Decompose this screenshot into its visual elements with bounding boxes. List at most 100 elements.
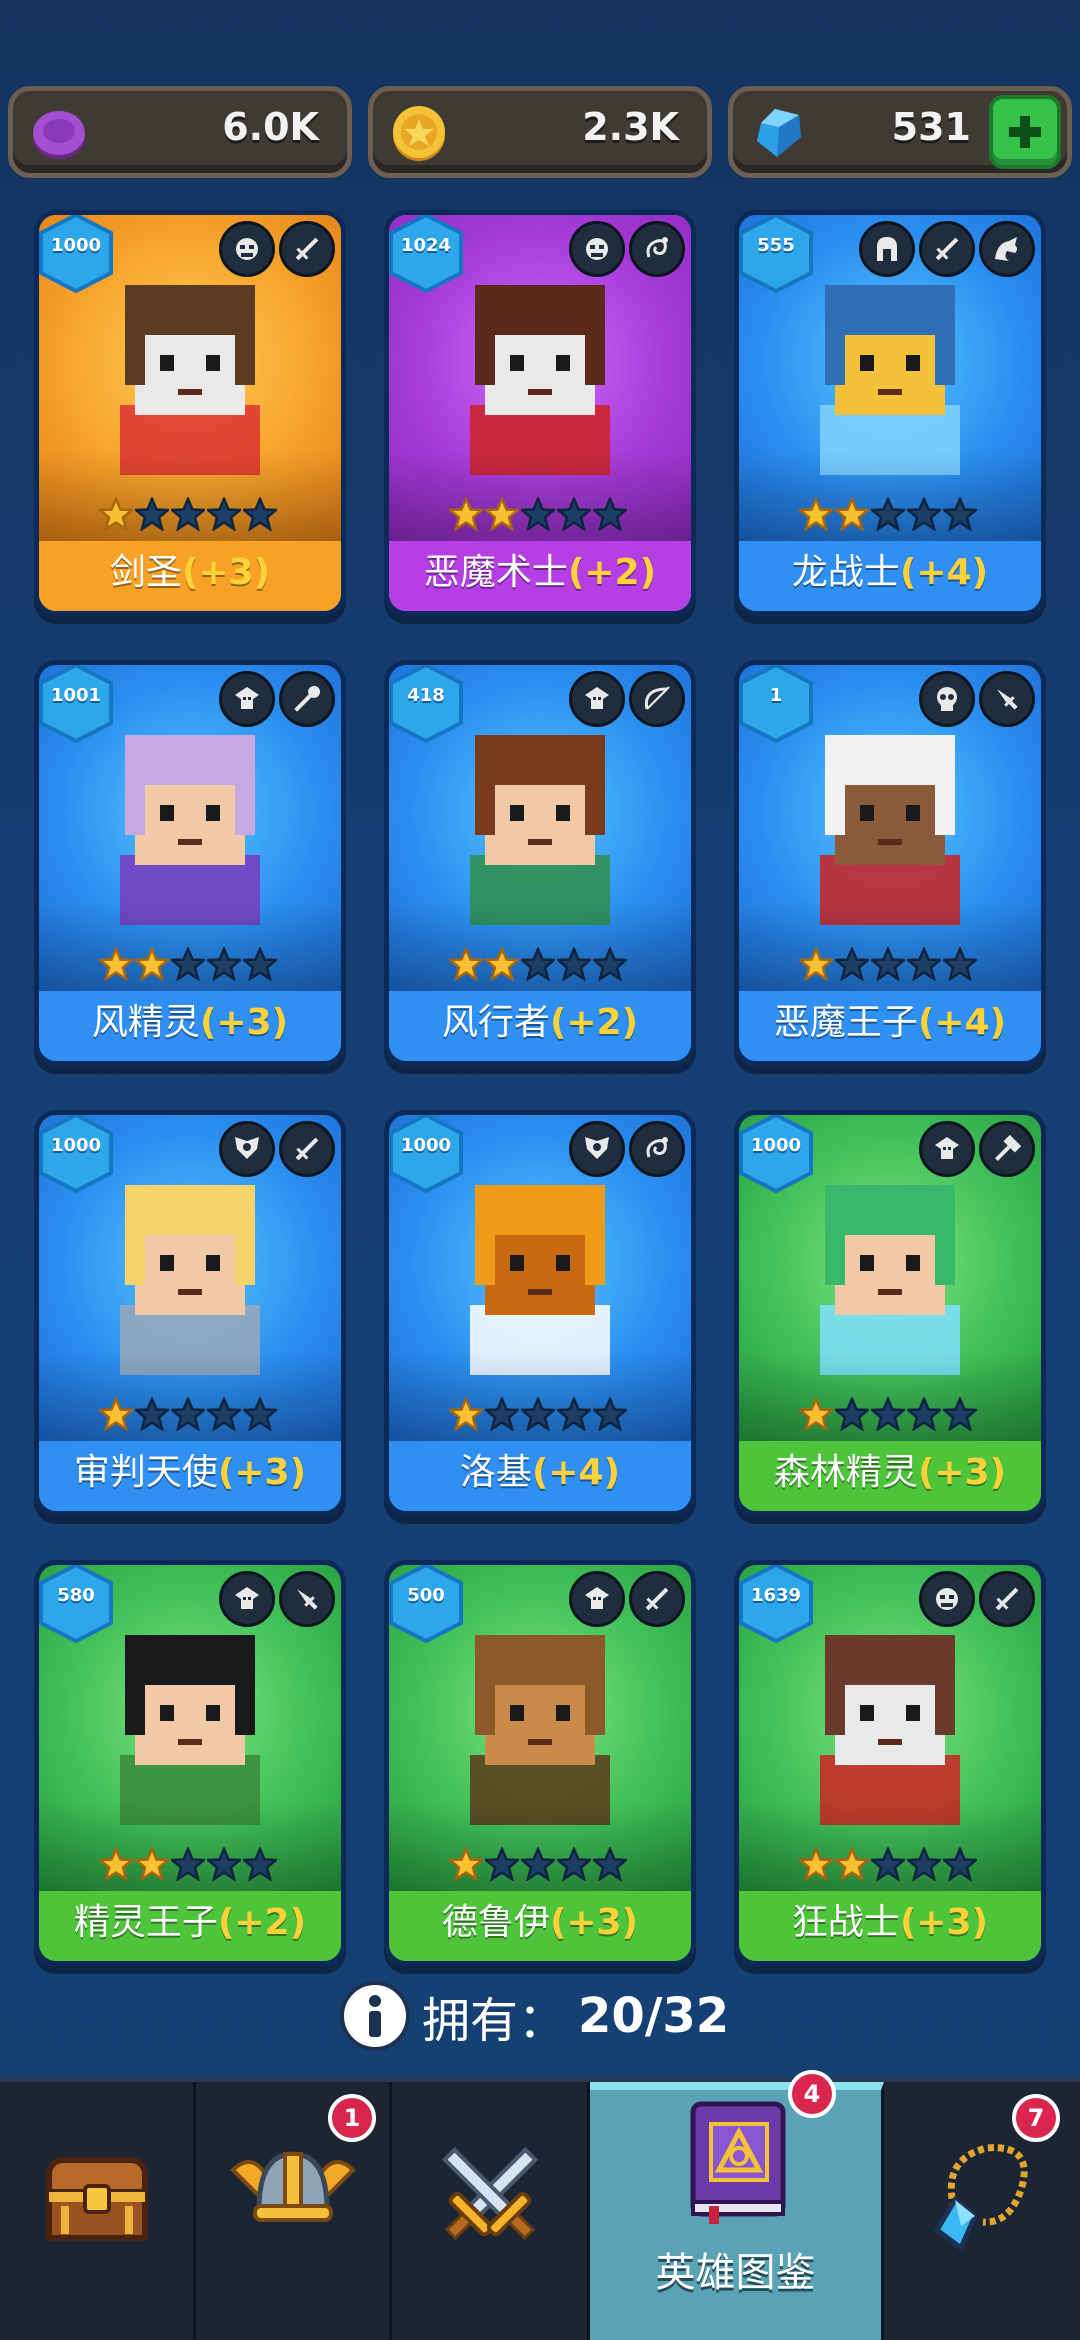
- hero-name-bar: 森林精灵(+3): [739, 1441, 1041, 1511]
- hero-card[interactable]: 418 风行者(+2): [384, 660, 696, 1066]
- star-empty-icon: [243, 1847, 277, 1881]
- star-filled-icon: [135, 1847, 169, 1881]
- star-empty-icon: [871, 497, 905, 531]
- sword-icon: [279, 1121, 335, 1177]
- gold-value: 2.3K: [582, 105, 679, 149]
- hero-card[interactable]: 1024 恶魔术士(+2): [384, 210, 696, 616]
- hero-name-bar: 恶魔术士(+2): [389, 541, 691, 611]
- hero-name: 恶魔王子: [773, 1002, 918, 1043]
- star-filled-icon: [449, 497, 483, 531]
- nav-codex[interactable]: 英雄图鉴 4: [590, 2070, 884, 2340]
- hero-name-bar: 风精灵(+3): [39, 991, 341, 1061]
- hero-stars: [99, 947, 277, 981]
- nav-heroes[interactable]: 1: [196, 2082, 392, 2340]
- hero-name-bar: 恶魔王子(+4): [739, 991, 1041, 1061]
- dagger-icon: [979, 671, 1035, 727]
- nav-battle[interactable]: [392, 2082, 590, 2340]
- hero-name-bar: 风行者(+2): [389, 991, 691, 1061]
- hero-role-icons: [569, 1571, 685, 1627]
- hero-name-bar: 剑圣(+3): [39, 541, 341, 611]
- hero-bonus: (+2): [217, 1902, 307, 1943]
- hero-bonus: (+3): [217, 1452, 307, 1493]
- star-empty-icon: [593, 947, 627, 981]
- hero-role-icons: [919, 1571, 1035, 1627]
- hero-name-bar: 德鲁伊(+3): [389, 1891, 691, 1961]
- star-empty-icon: [243, 1397, 277, 1431]
- star-empty-icon: [243, 947, 277, 981]
- star-filled-icon: [485, 497, 519, 531]
- nav-amulet[interactable]: 7: [884, 2082, 1080, 2340]
- gold-coin-icon: [393, 106, 445, 161]
- crossed-swords-icon: [441, 2146, 538, 2241]
- spell-book-icon: [690, 2101, 785, 2224]
- hero-card[interactable]: 1639 狂战士(+3): [734, 1560, 1046, 1966]
- hero-card[interactable]: 1000 剑圣(+3): [34, 210, 346, 616]
- sword-icon: [279, 221, 335, 277]
- elf-face-icon: [569, 671, 625, 727]
- elixir-counter[interactable]: 6.0K: [8, 86, 352, 178]
- hero-bonus: (+3): [181, 552, 271, 593]
- star-filled-icon: [449, 1397, 483, 1431]
- hero-role-icons: [859, 221, 1035, 277]
- gems-counter[interactable]: 531: [728, 86, 1072, 178]
- hero-name: 洛基: [459, 1452, 532, 1493]
- hero-name: 风精灵: [91, 1002, 200, 1043]
- star-empty-icon: [907, 1847, 941, 1881]
- hero-role-icons: [919, 1121, 1035, 1177]
- hero-card[interactable]: 555 龙战士(+4): [734, 210, 1046, 616]
- hero-name-bar: 精灵王子(+2): [39, 1891, 341, 1961]
- hero-stars: [449, 497, 627, 531]
- hero-card[interactable]: 1000 森林精灵(+3): [734, 1110, 1046, 1516]
- hero-card[interactable]: 1 恶魔王子(+4): [734, 660, 1046, 1066]
- hero-bonus: (+4): [531, 1452, 621, 1493]
- star-empty-icon: [871, 947, 905, 981]
- hero-card[interactable]: 1001 风精灵(+3): [34, 660, 346, 1066]
- star-empty-icon: [135, 1397, 169, 1431]
- orc-face-icon: [219, 221, 275, 277]
- elf-face-icon: [219, 671, 275, 727]
- add-gems-button[interactable]: [989, 95, 1061, 169]
- star-empty-icon: [871, 1847, 905, 1881]
- star-empty-icon: [907, 1397, 941, 1431]
- info-icon[interactable]: [340, 1981, 410, 2051]
- hero-name-bar: 审判天使(+3): [39, 1441, 341, 1511]
- hero-card[interactable]: 500 德鲁伊(+3): [384, 1560, 696, 1966]
- hero-level: 500: [407, 1585, 445, 1606]
- hero-name-bar: 洛基(+4): [389, 1441, 691, 1511]
- hero-stars: [799, 497, 977, 531]
- hero-level: 1024: [400, 235, 452, 256]
- star-empty-icon: [485, 1847, 519, 1881]
- hero-role-icons: [569, 1121, 685, 1177]
- star-filled-icon: [485, 947, 519, 981]
- winged-emblem-icon: [569, 1121, 625, 1177]
- hero-level: 580: [57, 1585, 95, 1606]
- gold-counter[interactable]: 2.3K: [368, 86, 712, 178]
- hero-name: 德鲁伊: [441, 1902, 550, 1943]
- star-empty-icon: [171, 1847, 205, 1881]
- hero-card[interactable]: 1000 审判天使(+3): [34, 1110, 346, 1516]
- star-empty-icon: [243, 497, 277, 531]
- star-empty-icon: [207, 1397, 241, 1431]
- dragon-icon: [979, 221, 1035, 277]
- star-empty-icon: [485, 1397, 519, 1431]
- skull-icon: [919, 671, 975, 727]
- orc-face-icon: [919, 1571, 975, 1627]
- owned-label: 拥有：: [422, 1993, 567, 2049]
- hero-card[interactable]: 580 精灵王子(+2): [34, 1560, 346, 1966]
- star-empty-icon: [593, 1847, 627, 1881]
- hero-card[interactable]: 1000 洛基(+4): [384, 1110, 696, 1516]
- hero-name: 恶魔术士: [423, 552, 568, 593]
- hero-bonus: (+3): [549, 1902, 639, 1943]
- plus-icon: [1009, 116, 1041, 148]
- hero-role-icons: [919, 671, 1035, 727]
- gems-value: 531: [891, 105, 971, 149]
- star-filled-icon: [799, 1847, 833, 1881]
- hero-stars: [449, 1397, 627, 1431]
- hero-stars: [99, 1397, 277, 1431]
- star-empty-icon: [171, 1397, 205, 1431]
- nav-chest[interactable]: [0, 2082, 196, 2340]
- heroes-badge: 1: [328, 2094, 376, 2142]
- star-empty-icon: [835, 1397, 869, 1431]
- elixir-coin-icon: [33, 111, 85, 159]
- star-empty-icon: [907, 497, 941, 531]
